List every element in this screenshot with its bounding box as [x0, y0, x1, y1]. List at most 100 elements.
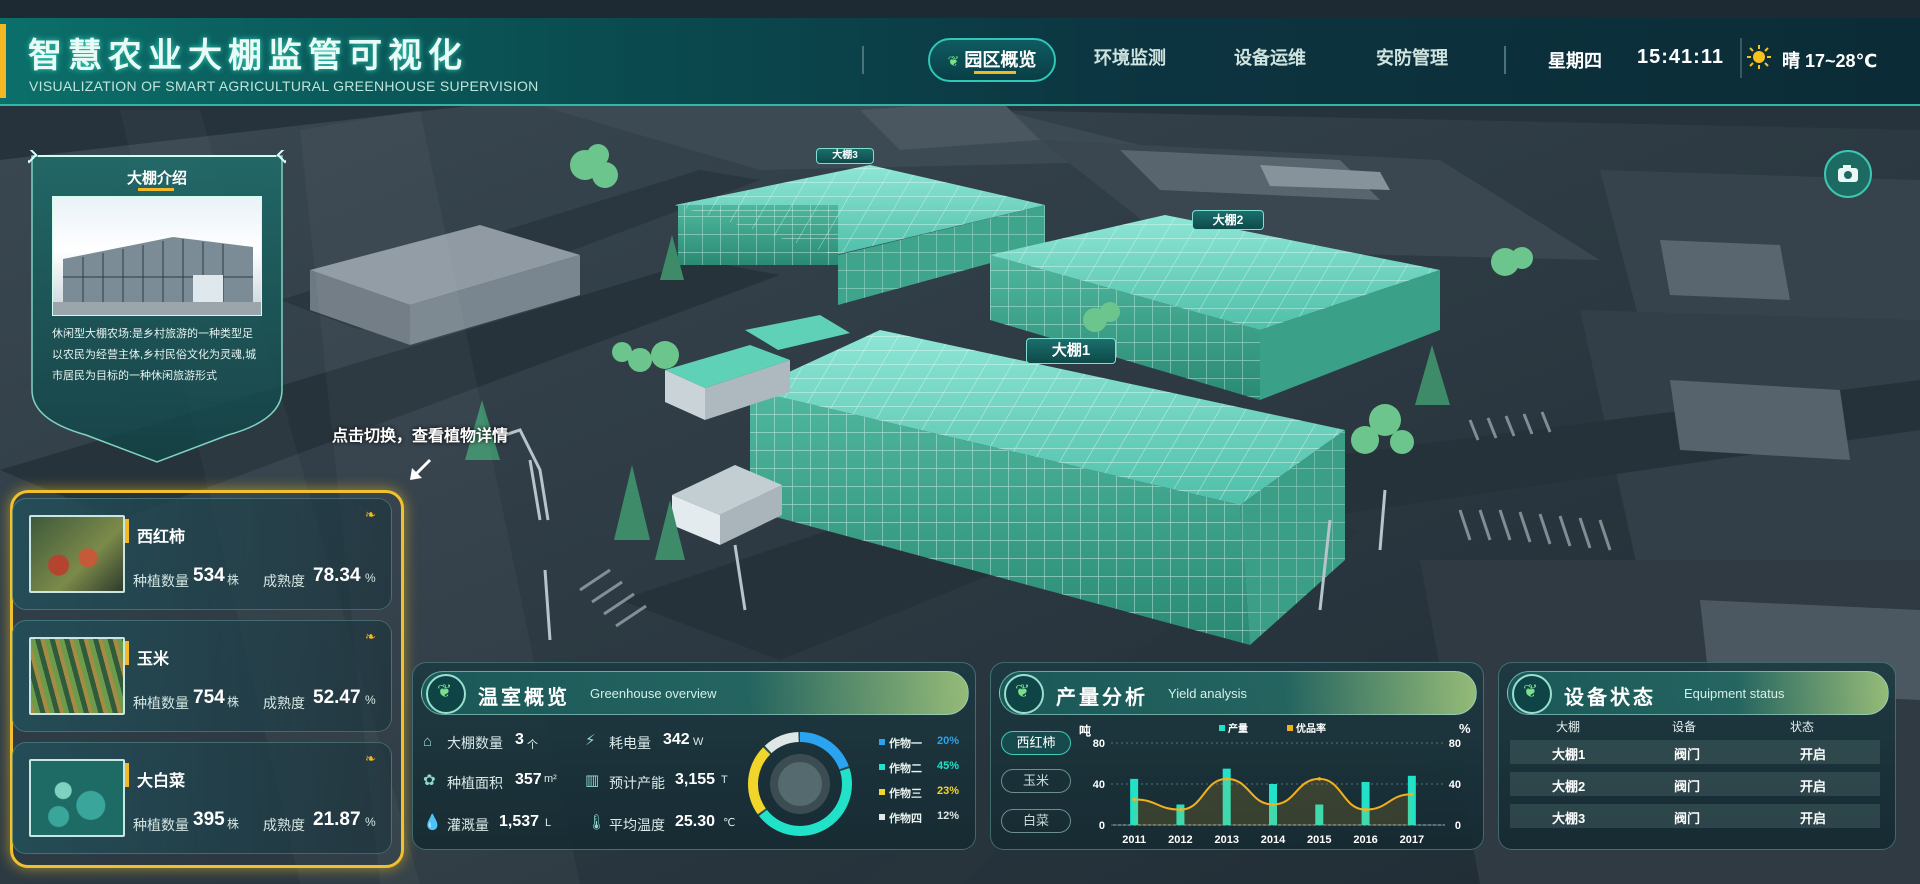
line-point	[1410, 792, 1414, 797]
crop-card-corn[interactable]: 玉米 种植数量 754 株 成熟度 52.47 % ❧	[12, 620, 392, 732]
stat-unit: L	[545, 817, 552, 829]
stat-label: 预计产能	[609, 775, 665, 791]
ripeness-value: 21.87	[313, 809, 361, 830]
y-tick-label: 80	[1093, 738, 1105, 750]
tab-environment-monitoring[interactable]: 环境监测	[1080, 38, 1180, 78]
count-unit: 株	[227, 695, 240, 709]
line-point	[1271, 802, 1275, 807]
name-accent-bar	[125, 763, 129, 787]
x-tick-label: 2014	[1261, 834, 1286, 846]
active-underline	[974, 71, 1016, 74]
sun-icon	[1746, 44, 1772, 70]
intro-image	[52, 196, 262, 316]
count-label: 种植数量	[133, 817, 189, 833]
legend-value: 20%	[937, 735, 960, 747]
ripeness-value: 52.47	[313, 687, 361, 708]
leaf-badge-icon: ❦	[426, 674, 466, 714]
line-point	[1317, 777, 1322, 781]
leaf-badge-icon: ❦	[1512, 674, 1552, 714]
water-drop-icon: 💧	[423, 814, 442, 831]
legend-value: 12%	[937, 810, 960, 822]
cell-greenhouse: 大棚3	[1552, 811, 1586, 826]
table-row[interactable]: 大棚3 阀门 开启	[1510, 804, 1880, 828]
greenhouse-tag-1[interactable]: 大棚1	[1026, 338, 1116, 364]
crop-card-tomato[interactable]: 西红柿 种植数量 534 株 成熟度 78.34 % ❧	[12, 498, 392, 610]
name-accent-bar	[125, 519, 129, 543]
stat-value: 3	[515, 731, 524, 748]
stat-value: 25.30	[675, 813, 716, 830]
tab-security-management[interactable]: 安防管理	[1362, 38, 1462, 78]
panel-title-en: Greenhouse overview	[590, 686, 717, 701]
weather-divider	[1740, 38, 1742, 78]
stat-unit: 个	[527, 739, 538, 751]
tab-park-overview[interactable]: ❦ 园区概览	[928, 38, 1056, 82]
clock-time: 15:41:11	[1637, 46, 1724, 68]
column-header-status: 状态	[1790, 720, 1815, 734]
table-row[interactable]: 大棚1 阀门 开启	[1510, 740, 1880, 764]
y2-axis-unit: %	[1459, 721, 1471, 736]
panel-title: 产量分析	[1056, 687, 1148, 709]
header-divider-right	[1504, 46, 1506, 74]
panel-header: ❦ 设备状态 Equipment status	[1507, 671, 1889, 715]
count-value: 534	[193, 565, 225, 586]
y2-tick-label: 80	[1449, 738, 1461, 750]
column-header-greenhouse: 大棚	[1556, 720, 1581, 734]
legend-swatch	[879, 764, 885, 770]
crop-name: 大白菜	[137, 773, 186, 790]
ripeness-label: 成熟度	[263, 573, 305, 589]
greenhouse-tag-2[interactable]: 大棚2	[1192, 210, 1264, 230]
y-tick-label: 0	[1099, 820, 1105, 832]
ripeness-unit: %	[365, 571, 376, 585]
stat-label: 耗电量	[609, 735, 651, 751]
stat-value: 1,537	[499, 813, 540, 830]
cabbage-photo	[29, 759, 125, 837]
legend-label: 优品率	[1296, 722, 1326, 735]
legend-label: 作物四	[889, 813, 922, 825]
camera-button[interactable]	[1824, 150, 1872, 198]
y-tick-label: 40	[1093, 779, 1105, 791]
yield-tab-corn[interactable]: 玉米	[1001, 769, 1071, 793]
yield-tab-cabbage[interactable]: 白菜	[1001, 809, 1071, 833]
crop-card-cabbage[interactable]: 大白菜 种植数量 395 株 成熟度 21.87 % ❧	[12, 742, 392, 854]
line-point	[1178, 807, 1183, 812]
page-title: 智慧农业大棚监管可视化	[28, 37, 468, 75]
cell-greenhouse: 大棚2	[1552, 779, 1586, 794]
stat-label: 平均温度	[609, 817, 665, 833]
camera-icon	[1838, 165, 1858, 182]
panel-title-en: Yield analysis	[1168, 686, 1248, 701]
stat-unit: m²	[544, 773, 557, 785]
crop-share-donut	[748, 732, 852, 836]
greenhouse-overview-panel: ❦ 温室概览 Greenhouse overview ⌂ 大棚数量 3 个 ⚡ …	[412, 662, 976, 850]
legend-label: 作物二	[889, 763, 922, 775]
table-row[interactable]: 大棚2 阀门 开启	[1510, 772, 1880, 796]
legend-swatch	[1287, 725, 1293, 731]
x-tick-label: 2013	[1214, 834, 1238, 846]
yield-analysis-panel: ❦ 产量分析 Yield analysis 西红柿 玉米 白菜 吨 % 产量 优…	[990, 662, 1484, 850]
factory-icon: ▥	[585, 772, 600, 789]
yield-chart: 吨 % 产量 优品率 0 0 40 40 80 80 2011 2012 2013 2014 201…	[1079, 721, 1471, 846]
legend-label: 产量	[1228, 722, 1248, 735]
panel-header: ❦ 温室概览 Greenhouse overview	[421, 671, 969, 715]
line-point	[1132, 797, 1136, 802]
cell-status: 开启	[1800, 811, 1827, 826]
stat-label: 大棚数量	[447, 735, 503, 751]
legend-label: 作物一	[889, 738, 922, 750]
yield-tab-tomato[interactable]: 西红柿	[1001, 731, 1071, 755]
greenhouse-intro-panel: 大棚介绍 休闲型大棚农场:是乡村旅游的一种类型足以农民为经营主体,乡村民俗文化为…	[28, 150, 286, 468]
panel-header: ❦ 产量分析 Yield analysis	[999, 671, 1477, 715]
switch-hint: 点击切换，查看植物详情	[332, 428, 509, 445]
count-value: 754	[193, 687, 225, 708]
legend-swatch	[879, 789, 885, 795]
stat-unit: T	[721, 774, 728, 786]
x-tick-label: 2016	[1353, 834, 1377, 846]
greenhouse-tag-3[interactable]: 大棚3	[816, 148, 874, 164]
tab-equipment-maintenance[interactable]: 设备运维	[1220, 38, 1320, 78]
leaf-icon: ❧	[365, 507, 376, 522]
intro-description: 休闲型大棚农场:是乡村旅游的一种类型足以农民为经营主体,乡村民俗文化为灵魂,城市…	[52, 328, 257, 382]
legend-swatch	[879, 739, 885, 745]
x-tick-label: 2011	[1122, 834, 1146, 846]
tab-label: 园区概览	[964, 50, 1037, 70]
house-icon: ⌂	[423, 733, 433, 750]
header-accent	[0, 24, 6, 98]
legend-swatch	[1219, 725, 1225, 731]
